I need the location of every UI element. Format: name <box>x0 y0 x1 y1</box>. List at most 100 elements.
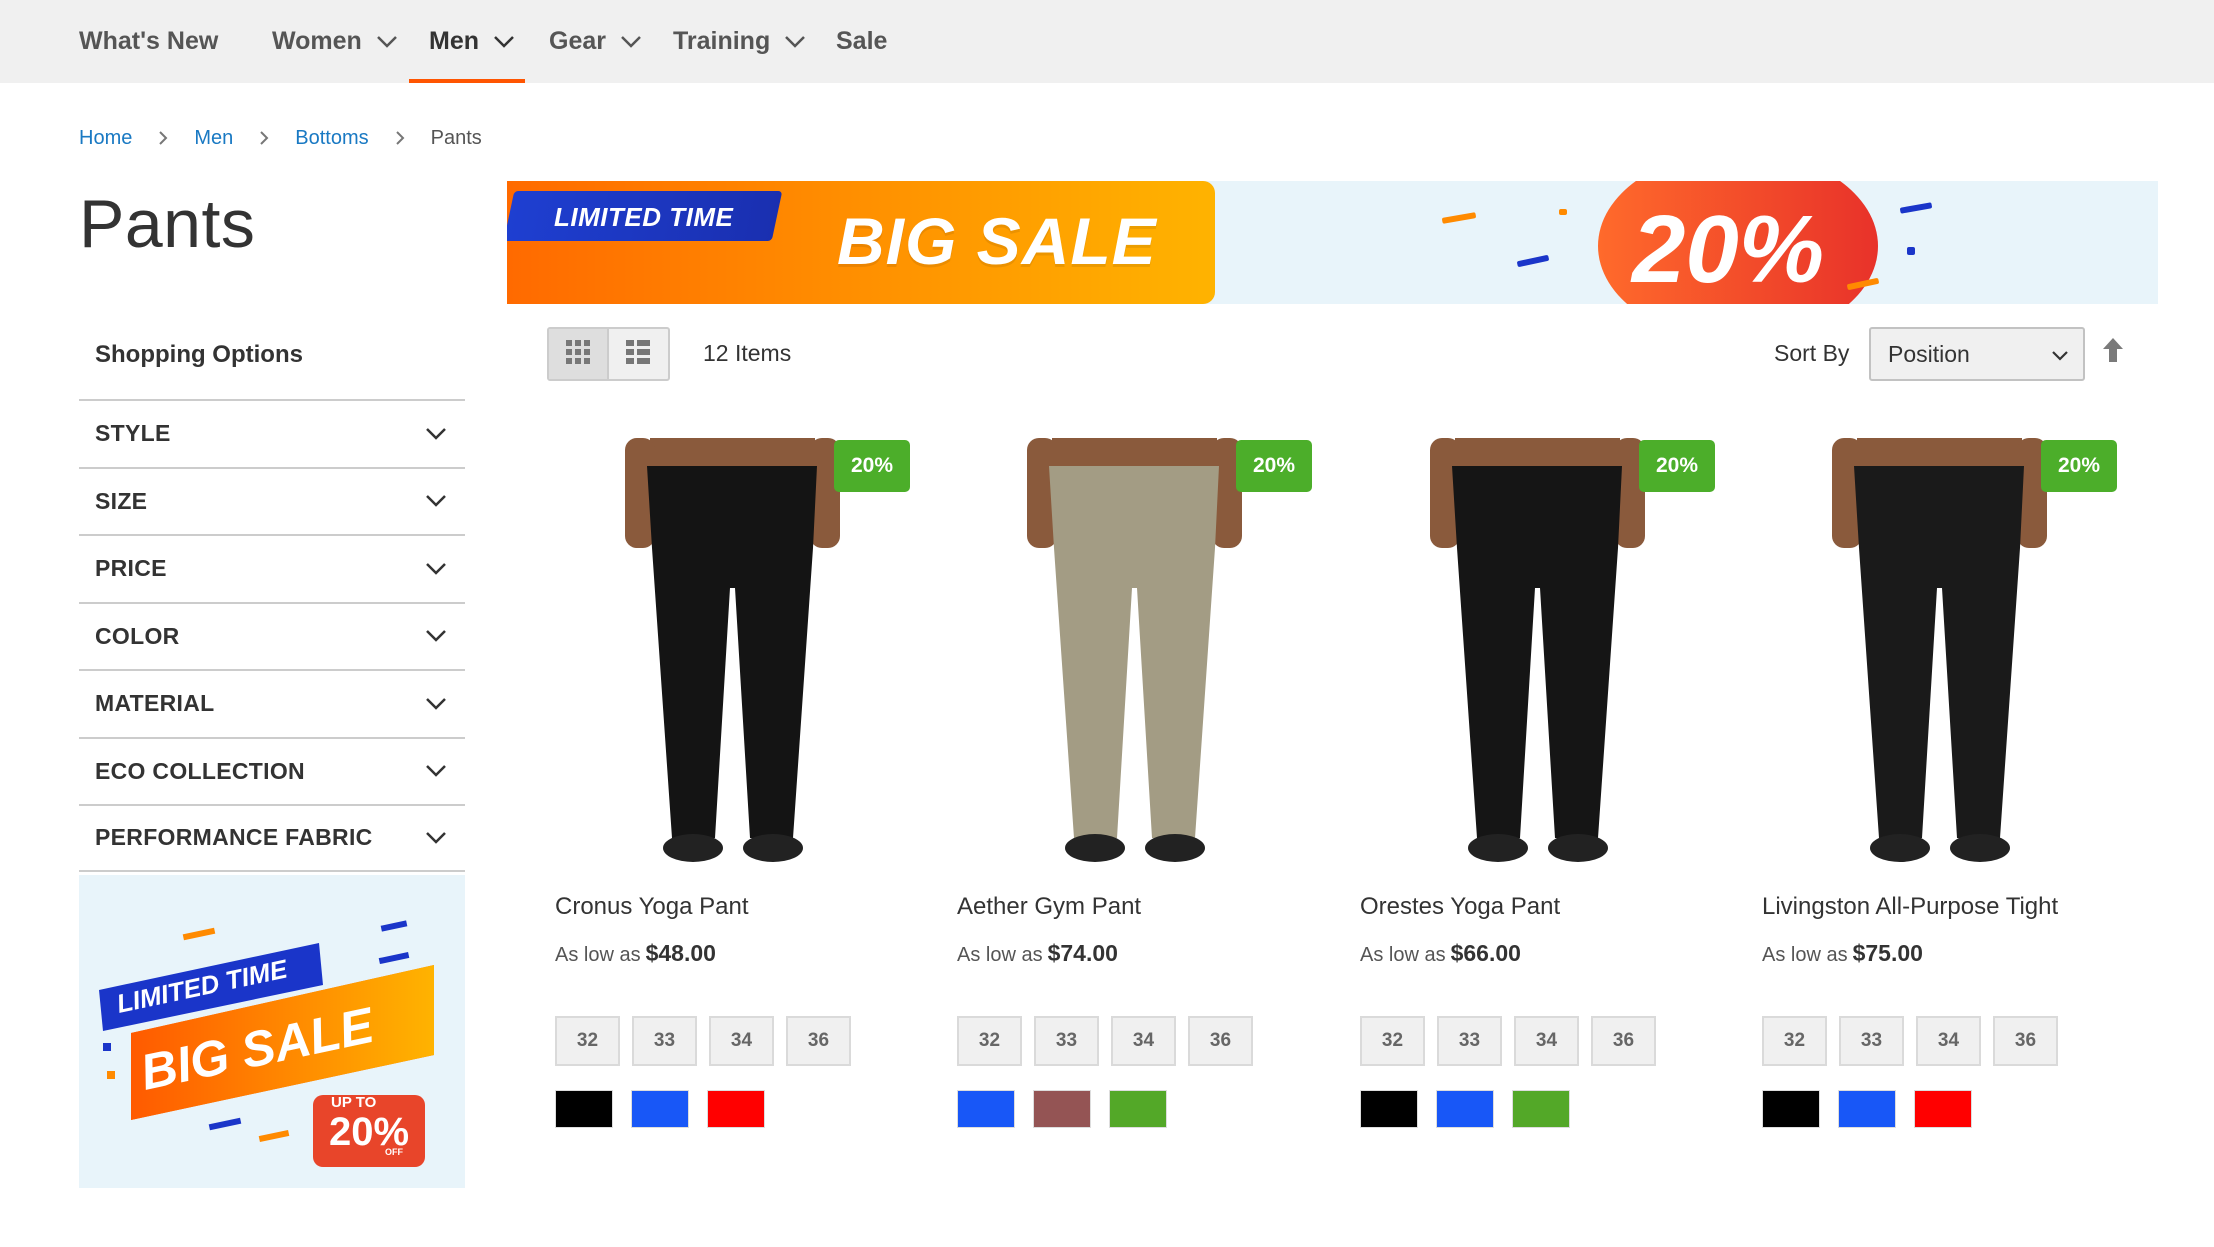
color-swatch[interactable] <box>1360 1090 1418 1128</box>
size-option[interactable]: 33 <box>1034 1016 1099 1066</box>
nav-label: Women <box>272 27 362 55</box>
nav-women[interactable]: Women <box>272 0 398 83</box>
product-price: As low as $66.00 <box>1360 940 1521 967</box>
discount-badge: 20% <box>1639 440 1715 492</box>
color-swatch[interactable] <box>1436 1090 1494 1128</box>
nav-sale[interactable]: Sale <box>836 0 887 83</box>
product-card: 20% Orestes Yoga Pant As low as $66.00 32 33 3… <box>1360 438 1715 1128</box>
discount-badge: 20% <box>1236 440 1312 492</box>
product-name-link[interactable]: Livingston All-Purpose Tight <box>1762 893 2058 921</box>
product-name-link[interactable]: Orestes Yoga Pant <box>1360 893 1560 921</box>
filter-label: MATERIAL <box>95 690 215 717</box>
color-swatch[interactable] <box>1512 1090 1570 1128</box>
chevron-down-icon <box>784 31 806 53</box>
filter-performance-fabric[interactable]: PERFORMANCE FABRIC <box>79 804 465 872</box>
product-price: As low as $75.00 <box>1762 940 1923 967</box>
breadcrumb-bottoms[interactable]: Bottoms <box>295 127 368 150</box>
filter-label: PERFORMANCE FABRIC <box>95 824 373 851</box>
chevron-right-icon <box>395 130 405 146</box>
item-count: 12 Items <box>703 340 792 366</box>
sort-direction-button[interactable] <box>2100 336 2126 368</box>
discount-badge: 20% <box>2041 440 2117 492</box>
list-icon <box>625 339 651 370</box>
product-name-link[interactable]: Aether Gym Pant <box>957 893 1141 921</box>
nav-label: Gear <box>549 27 606 55</box>
sort-select[interactable]: Position <box>1869 327 2085 381</box>
sidebar-promo-banner[interactable]: LIMITED TIME BIG SALE UP TO 20% OFF <box>79 875 465 1188</box>
nav-men[interactable]: Men <box>409 0 525 83</box>
size-option[interactable]: 32 <box>957 1016 1022 1066</box>
product-image[interactable]: 20% <box>555 438 910 880</box>
price-amount: $75.00 <box>1852 940 1923 966</box>
size-option[interactable]: 33 <box>632 1016 697 1066</box>
size-option[interactable]: 36 <box>1993 1016 2058 1066</box>
price-prefix: As low as <box>555 944 641 966</box>
product-card: 20% Cronus Yoga Pant As low as $48.00 32 33 34… <box>555 438 910 1128</box>
banner-limited-text: LIMITED TIME <box>554 202 734 232</box>
nav-gear[interactable]: Gear <box>549 0 642 83</box>
size-option[interactable]: 34 <box>1514 1016 1579 1066</box>
size-option[interactable]: 33 <box>1839 1016 1904 1066</box>
filter-style[interactable]: STYLE <box>79 399 465 467</box>
nav-label: What's New <box>79 27 219 55</box>
chevron-down-icon <box>425 490 447 512</box>
nav-label: Men <box>429 27 479 55</box>
chevron-down-icon <box>620 31 642 53</box>
color-swatch[interactable] <box>555 1090 613 1128</box>
breadcrumb-men[interactable]: Men <box>194 127 233 150</box>
size-option[interactable]: 33 <box>1437 1016 1502 1066</box>
sidebar-banner-off: OFF <box>385 1147 403 1157</box>
breadcrumb-current: Pants <box>430 126 482 149</box>
breadcrumb-home[interactable]: Home <box>79 127 132 150</box>
filter-size[interactable]: SIZE <box>79 466 465 535</box>
filter-price[interactable]: PRICE <box>79 534 465 602</box>
confetti-decoration <box>1441 212 1477 224</box>
chevron-down-icon <box>376 31 398 53</box>
nav-whats-new[interactable]: What's New <box>79 0 218 83</box>
chevron-down-icon <box>425 760 447 782</box>
size-option[interactable]: 36 <box>786 1016 851 1066</box>
color-swatch[interactable] <box>1109 1090 1167 1128</box>
sidebar-banner-graphic: LIMITED TIME BIG SALE UP TO 20% OFF <box>99 920 434 1167</box>
filter-material[interactable]: MATERIAL <box>79 669 465 737</box>
product-image[interactable]: 20% <box>957 438 1312 880</box>
filter-eco-collection[interactable]: ECO COLLECTION <box>79 736 465 805</box>
chevron-down-icon <box>425 558 447 580</box>
size-option[interactable]: 32 <box>1360 1016 1425 1066</box>
nav-training[interactable]: Training <box>673 0 806 83</box>
filter-color[interactable]: COLOR <box>79 601 465 670</box>
product-name-link[interactable]: Cronus Yoga Pant <box>555 893 749 921</box>
size-options: 32 33 34 36 <box>1762 1016 2058 1066</box>
size-option[interactable]: 34 <box>709 1016 774 1066</box>
discount-badge: 20% <box>834 440 910 492</box>
price-amount: $48.00 <box>645 940 716 966</box>
size-option[interactable]: 34 <box>1111 1016 1176 1066</box>
chevron-right-icon <box>158 130 168 146</box>
promo-banner[interactable]: LIMITED TIME BIG SALE 20% <box>507 181 2158 304</box>
size-option[interactable]: 36 <box>1591 1016 1656 1066</box>
list-view-button[interactable] <box>609 329 669 379</box>
filter-label: SIZE <box>95 487 148 514</box>
size-option[interactable]: 32 <box>1762 1016 1827 1066</box>
sidebar-banner-up-to: UP TO <box>331 1094 377 1111</box>
confetti-decoration <box>1907 247 1915 255</box>
product-image[interactable]: 20% <box>1360 438 1715 880</box>
color-swatch[interactable] <box>707 1090 765 1128</box>
color-swatch[interactable] <box>957 1090 1015 1128</box>
product-image[interactable]: 20% <box>1762 438 2117 880</box>
color-swatch[interactable] <box>631 1090 689 1128</box>
page-title: Pants <box>79 186 256 262</box>
color-swatch[interactable] <box>1762 1090 1820 1128</box>
color-swatch[interactable] <box>1033 1090 1091 1128</box>
size-option[interactable]: 32 <box>555 1016 620 1066</box>
color-swatch[interactable] <box>1838 1090 1896 1128</box>
color-swatch[interactable] <box>1914 1090 1972 1128</box>
grid-icon <box>565 339 591 370</box>
price-amount: $66.00 <box>1450 940 1521 966</box>
size-option[interactable]: 36 <box>1188 1016 1253 1066</box>
size-option[interactable]: 34 <box>1916 1016 1981 1066</box>
view-mode-toggle <box>547 327 670 381</box>
grid-view-button[interactable] <box>549 329 609 379</box>
chevron-down-icon <box>425 625 447 647</box>
product-price: As low as $74.00 <box>957 940 1118 967</box>
